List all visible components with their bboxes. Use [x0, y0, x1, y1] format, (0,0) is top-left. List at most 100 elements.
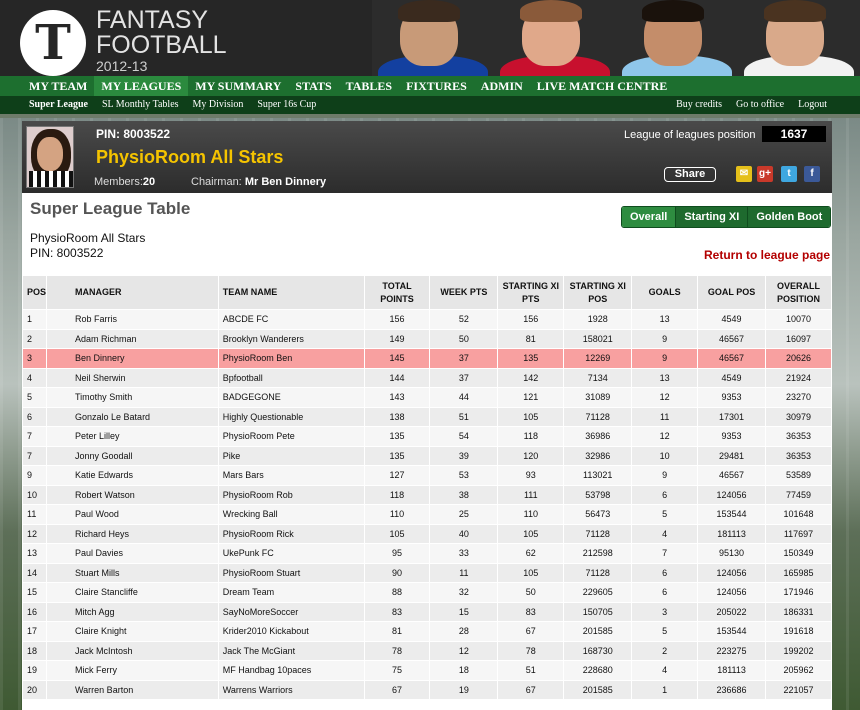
table-cell: 10 [631, 445, 699, 466]
tab-overall[interactable]: Overall [622, 207, 677, 227]
table-cell: 46567 [697, 348, 766, 369]
table-row[interactable]: 16 Mitch Agg SayNoMoreSoccer 83 15 83 150705 3 2… [21, 601, 832, 622]
tab-starting-xi[interactable]: Starting XI [676, 207, 749, 227]
table-cell: 51 [429, 406, 499, 427]
table-row[interactable]: 14 Stuart Mills PhysioRoom Stuart 90 11 105 71… [21, 562, 832, 583]
table-cell: 67 [497, 621, 565, 642]
table-tabs: Overall Starting XI Golden Boot [621, 206, 832, 228]
email-icon[interactable]: ✉ [736, 166, 752, 182]
facebook-icon[interactable]: f [804, 166, 820, 182]
table-cell: 53798 [563, 484, 633, 505]
return-to-league-link[interactable]: Return to league page [704, 248, 830, 262]
table-cell: 56473 [563, 504, 633, 525]
table-cell: 44 [429, 387, 499, 408]
nav-my-summary[interactable]: MY SUMMARY [188, 76, 288, 96]
table-row[interactable]: 18 Jack McIntosh Jack The McGiant 78 12 78 168… [21, 640, 832, 661]
nav-admin[interactable]: ADMIN [474, 76, 530, 96]
subnav-super-league[interactable]: Super League [22, 96, 95, 114]
table-cell: Timothy Smith [46, 387, 219, 408]
table-row[interactable]: 6 Gonzalo Le Batard Highly Questionable 138… [21, 406, 832, 427]
table-cell: 228680 [563, 660, 633, 681]
brand-line2: FOOTBALL [96, 31, 227, 59]
table-cell: 149 [363, 328, 431, 349]
twitter-icon[interactable]: t [781, 166, 797, 182]
table-cell: Neil Sherwin [46, 367, 219, 388]
table-cell: 1 [21, 309, 48, 330]
subnav-my-division[interactable]: My Division [186, 96, 251, 114]
table-cell: 71128 [563, 523, 633, 544]
table-cell: 124056 [697, 582, 766, 603]
table-cell: 36353 [765, 445, 832, 466]
brand-line1: FANTASY [96, 6, 209, 34]
table-row[interactable]: 1 Rob Farris ABCDE FC 156 52 156 1928 13 4549 100… [21, 309, 832, 330]
table-row[interactable]: 7 Peter Lilley PhysioRoom Pete 135 54 118 3698… [21, 426, 832, 447]
table-cell: 223275 [697, 640, 766, 661]
table-row[interactable]: 10 Robert Watson PhysioRoom Rob 118 38 111 537… [21, 484, 832, 505]
nav-live-match-centre[interactable]: LIVE MATCH CENTRE [530, 76, 674, 96]
table-cell: PhysioRoom Rob [217, 484, 365, 505]
table-cell: 4 [631, 660, 699, 681]
table-cell: 12 [631, 387, 699, 408]
share-button[interactable]: Share [664, 167, 716, 182]
nav-my-leagues[interactable]: MY LEAGUES [94, 76, 189, 96]
table-cell: 4 [631, 523, 699, 544]
table-cell: 3 [21, 348, 48, 369]
table-row[interactable]: 15 Claire Stancliffe Dream Team 88 32 50 22960… [21, 582, 832, 603]
table-cell: Claire Stancliffe [46, 582, 219, 603]
google-plus-icon[interactable]: g+ [757, 166, 773, 182]
table-cell: 36353 [765, 426, 832, 447]
table-cell: 31089 [563, 387, 633, 408]
table-cell: 81 [497, 328, 565, 349]
nav-fixtures[interactable]: FIXTURES [399, 76, 474, 96]
nav-tables[interactable]: TABLES [339, 76, 399, 96]
table-cell: 144 [363, 367, 431, 388]
table-cell: 83 [363, 601, 431, 622]
table-row[interactable]: 5 Timothy Smith BADGEGONE 143 44 121 31089 12 93… [21, 387, 832, 408]
nav-my-team[interactable]: MY TEAM [22, 76, 94, 96]
table-row[interactable]: 12 Richard Heys PhysioRoom Rick 105 40 105 711… [21, 523, 832, 544]
table-cell: 78 [497, 640, 565, 661]
logout-link[interactable]: Logout [791, 96, 834, 114]
table-cell: 7 [21, 426, 48, 447]
table-cell: 191618 [765, 621, 832, 642]
subnav-sl-monthly-tables[interactable]: SL Monthly Tables [95, 96, 186, 114]
table-cell: 221057 [765, 679, 832, 700]
table-row[interactable]: 11 Paul Wood Wrecking Ball 110 25 110 56473 5 15… [21, 504, 832, 525]
table-row[interactable]: 19 Mick Ferry MF Handbag 10paces 75 18 51 2286… [21, 660, 832, 681]
league-pin-small: PIN: 8003522 [30, 246, 104, 260]
table-cell: 33 [429, 543, 499, 564]
tab-golden-boot[interactable]: Golden Boot [748, 207, 831, 227]
table-cell: 40 [429, 523, 499, 544]
table-cell: Jack The McGiant [217, 640, 365, 661]
table-cell: 18 [429, 660, 499, 681]
table-cell: PhysioRoom Rick [217, 523, 365, 544]
table-cell: 12 [631, 426, 699, 447]
subnav-super-16s-cup[interactable]: Super 16s Cup [250, 96, 323, 114]
table-cell: 46567 [697, 465, 766, 486]
table-cell: 118 [363, 484, 431, 505]
table-cell: Warrens Warriors [217, 679, 365, 700]
table-cell: 13 [21, 543, 48, 564]
league-name-small: PhysioRoom All Stars [30, 231, 146, 245]
table-cell: 201585 [563, 679, 633, 700]
table-cell: Wrecking Ball [217, 504, 365, 525]
nav-stats[interactable]: STATS [288, 76, 338, 96]
table-cell: 25 [429, 504, 499, 525]
table-row[interactable]: 13 Paul Davies UkePunk FC 95 33 62 212598 7 9513… [21, 543, 832, 564]
table-row[interactable]: 20 Warren Barton Warrens Warriors 67 19 67 201… [21, 679, 832, 700]
table-cell: Brooklyn Wanderers [217, 328, 365, 349]
table-row[interactable]: 2 Adam Richman Brooklyn Wanderers 149 50 81 15… [21, 328, 832, 349]
buy-credits-link[interactable]: Buy credits [669, 96, 729, 114]
table-cell: Paul Davies [46, 543, 219, 564]
go-to-office-link[interactable]: Go to office [729, 96, 791, 114]
table-row[interactable]: 7 Jonny Goodall Pike 135 39 120 32986 10 29481 36… [21, 445, 832, 466]
table-row[interactable]: 17 Claire Knight Krider2010 Kickabout 81 28 6… [21, 621, 832, 642]
table-cell: BADGEGONE [217, 387, 365, 408]
table-cell: 51 [497, 660, 565, 681]
table-cell: 50 [429, 328, 499, 349]
telegraph-logo[interactable]: T [20, 10, 86, 76]
table-row[interactable]: 9 Katie Edwards Mars Bars 127 53 93 113021 9 465… [21, 465, 832, 486]
table-row[interactable]: 4 Neil Sherwin Bpfootball 144 37 142 7134 13 454… [21, 367, 832, 388]
league-table: POS MANAGER TEAM NAME TOTAL POINTS WEEK PTS S… [21, 275, 832, 700]
table-row[interactable]: 3 Ben Dinnery PhysioRoom Ben 145 37 135 12269 9… [21, 348, 832, 369]
